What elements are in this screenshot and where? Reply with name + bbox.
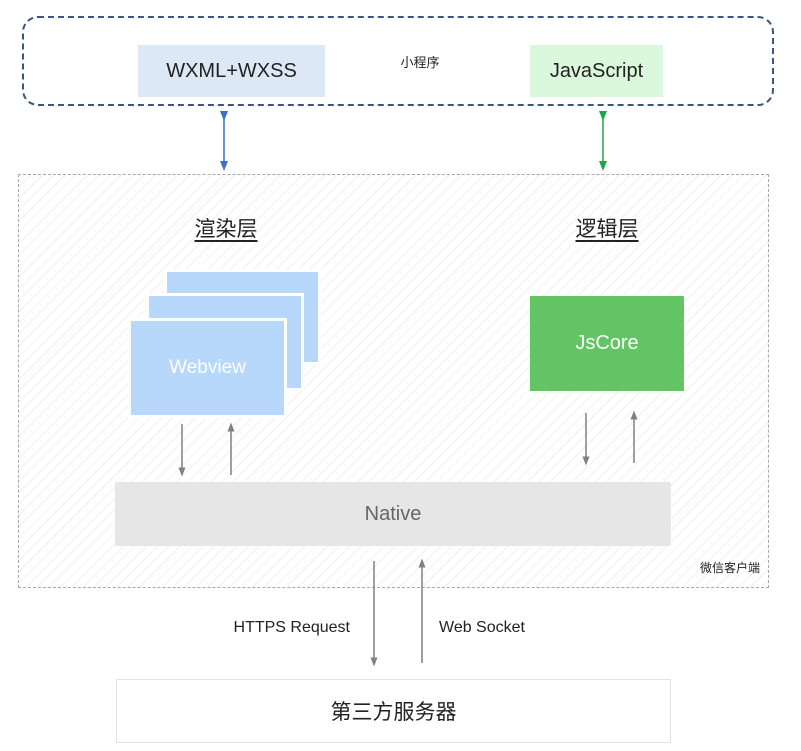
native-block: Native	[115, 482, 671, 546]
webview-card-front: Webview	[128, 318, 287, 418]
logic-layer-title: 逻辑层	[575, 218, 639, 241]
jscore-block: JsCore	[530, 296, 684, 391]
https-request-label: HTTPS Request	[233, 619, 350, 636]
web-socket-label: Web Socket	[439, 619, 525, 636]
wechat-client-label: 微信客户端	[699, 561, 760, 575]
mini-program-title: 小程序	[400, 55, 440, 70]
render-layer-title: 渲染层	[194, 218, 258, 241]
wxml-wxss-block: WXML+WXSS	[138, 45, 325, 97]
third-party-server-block: 第三方服务器	[116, 679, 671, 743]
javascript-block: JavaScript	[530, 45, 663, 97]
